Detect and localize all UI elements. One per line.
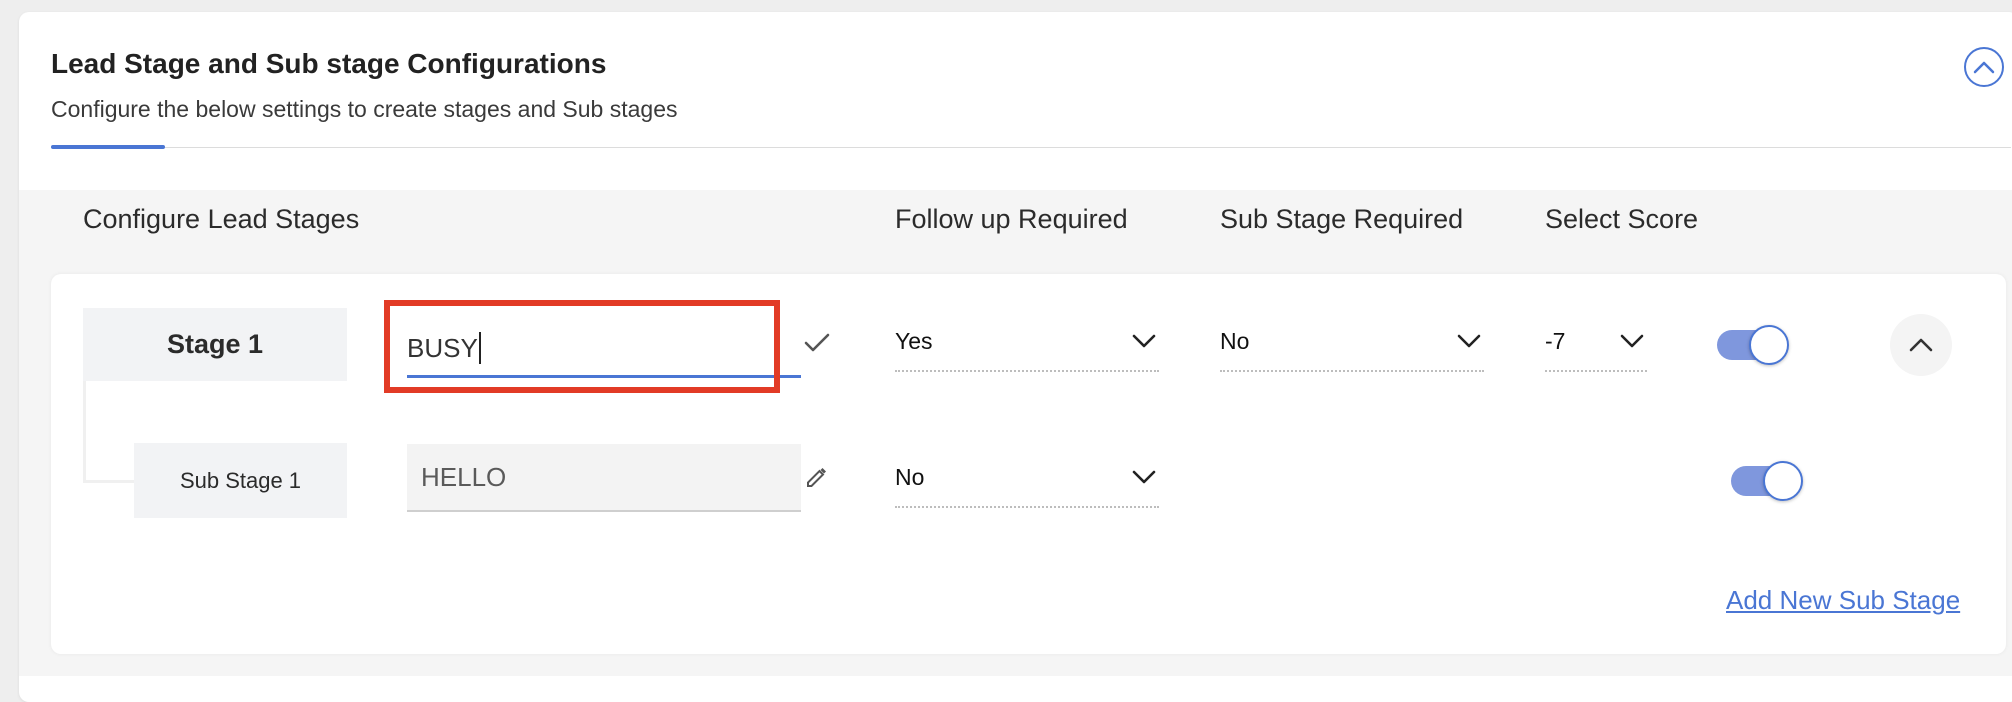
collapse-section-button[interactable] bbox=[1964, 47, 2004, 87]
sub-stage-name-input[interactable]: HELLO bbox=[407, 444, 801, 512]
column-header-sub-stage: Sub Stage Required bbox=[1220, 204, 1464, 234]
page-title: Lead Stage and Sub stage Configurations bbox=[51, 48, 607, 79]
chevron-down-icon bbox=[1129, 326, 1159, 356]
sub-stage-enabled-toggle[interactable] bbox=[1731, 461, 1803, 501]
column-header-configure: Configure Lead Stages bbox=[83, 204, 360, 234]
stage-expand-button[interactable] bbox=[1890, 314, 1952, 376]
sub-stage-follow-up-select[interactable]: No bbox=[895, 448, 1159, 508]
header-accent-bar bbox=[51, 145, 165, 149]
toggle-knob bbox=[1749, 325, 1789, 365]
sub-stage-follow-up-value: No bbox=[895, 463, 925, 490]
add-new-sub-stage-link[interactable]: Add New Sub Stage bbox=[1726, 585, 1960, 616]
highlight-box bbox=[384, 300, 780, 393]
stage-score-value: -7 bbox=[1545, 327, 1566, 354]
sub-stage-label: Sub Stage 1 bbox=[134, 443, 347, 518]
sub-stage-name-value: HELLO bbox=[421, 461, 507, 492]
stage-follow-up-value: Yes bbox=[895, 327, 933, 354]
chevron-down-icon bbox=[1454, 326, 1484, 356]
tree-connector bbox=[83, 381, 135, 483]
chevron-up-icon bbox=[1909, 338, 1933, 352]
toggle-knob bbox=[1763, 461, 1803, 501]
confirm-button[interactable] bbox=[800, 326, 834, 360]
chevron-down-icon bbox=[1129, 462, 1159, 492]
chevron-down-icon bbox=[1617, 326, 1647, 356]
edit-sub-stage-button[interactable] bbox=[800, 460, 834, 494]
chevron-up-icon bbox=[1973, 61, 1995, 74]
stage-score-select[interactable]: -7 bbox=[1545, 312, 1647, 372]
stage-enabled-toggle[interactable] bbox=[1717, 325, 1789, 365]
pencil-icon bbox=[807, 468, 826, 487]
header-divider bbox=[51, 147, 2011, 148]
stage-label-text: Stage 1 bbox=[166, 329, 264, 359]
stage-follow-up-select[interactable]: Yes bbox=[895, 312, 1159, 372]
stage-sub-stage-required-value: No bbox=[1220, 327, 1250, 354]
column-header-score: Select Score bbox=[1545, 204, 1699, 234]
page-subtitle: Configure the below settings to create s… bbox=[51, 96, 678, 122]
stage-label: Stage 1 bbox=[83, 308, 347, 381]
stage-sub-stage-required-select[interactable]: No bbox=[1220, 312, 1484, 372]
check-icon bbox=[804, 333, 830, 352]
sub-stage-label-text: Sub Stage 1 bbox=[179, 467, 302, 493]
column-header-follow-up: Follow up Required bbox=[895, 204, 1128, 234]
